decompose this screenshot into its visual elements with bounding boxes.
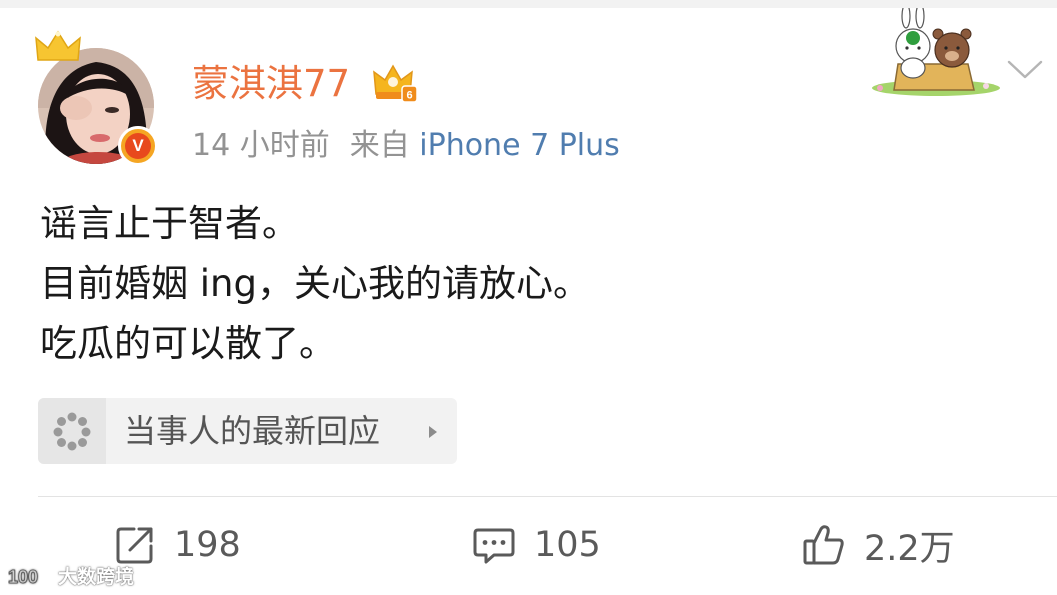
loading-dots-icon — [53, 412, 91, 451]
thumbs-up-icon — [803, 525, 844, 565]
repost-icon — [116, 527, 153, 564]
post-time: 14 小时前 — [192, 128, 330, 163]
post-content: 谣言止于智者。 目前婚姻 ing，关心我的请放心。 吃瓜的可以散了。 — [40, 194, 590, 374]
like-count: 2.2万 — [864, 528, 955, 569]
watermark-logo-icon: 100 — [8, 566, 38, 587]
divider — [38, 496, 1057, 497]
post-source[interactable]: iPhone 7 Plus — [419, 128, 620, 163]
verified-badge: V — [118, 126, 158, 166]
post-line: 吃瓜的可以散了。 — [40, 322, 336, 365]
chevron-right-icon — [429, 426, 437, 438]
card-label: 当事人的最新回应 — [124, 412, 381, 450]
author-name[interactable]: 蒙淇淇77 — [192, 58, 350, 110]
crown-icon — [35, 30, 81, 61]
watermark-text: 大数跨境 — [58, 566, 135, 588]
repost-count: 198 — [174, 525, 241, 565]
card-icon-box — [38, 398, 106, 464]
post-line: 谣言止于智者。 — [40, 202, 299, 245]
source-prefix: 来自 — [349, 128, 410, 163]
post-meta: 14 小时前 来自 iPhone 7 Plus — [192, 124, 620, 168]
watermark: 100 大数跨境 — [8, 562, 134, 589]
comment-count: 105 — [534, 525, 601, 565]
vip-crown-icon[interactable]: 6 — [372, 62, 418, 104]
vip-level: 6 — [406, 90, 412, 102]
comment-button[interactable]: 105 — [472, 520, 601, 570]
author-avatar-group[interactable]: V — [34, 30, 164, 170]
post-line: 目前婚姻 ing，关心我的请放心。 — [40, 262, 590, 305]
chevron-down-icon[interactable] — [1006, 58, 1044, 82]
decorative-sticker — [872, 8, 1000, 96]
like-button[interactable]: 2.2万 — [802, 520, 955, 570]
linked-topic-card[interactable]: 当事人的最新回应 — [38, 398, 457, 464]
svg-text:100: 100 — [8, 567, 38, 587]
top-separator — [0, 0, 1057, 8]
comment-icon — [473, 528, 515, 564]
